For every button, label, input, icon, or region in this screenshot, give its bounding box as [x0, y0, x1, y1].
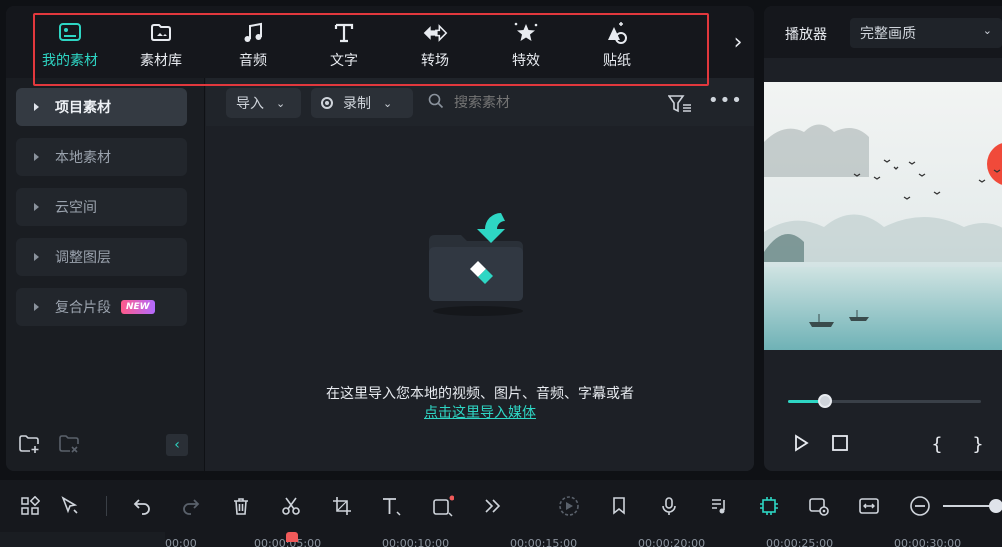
- new-folder-icon[interactable]: [18, 434, 42, 458]
- player-title: 播放器: [785, 27, 827, 43]
- collapse-sidebar-button[interactable]: ‹: [166, 434, 188, 456]
- expand-triangle-icon: [34, 103, 39, 111]
- expand-triangle-icon: [34, 303, 39, 311]
- sidebar-item-label: 调整图层: [55, 250, 111, 266]
- chevron-down-icon: ⌄: [383, 96, 393, 110]
- sidebar-footer: ‹: [6, 430, 205, 470]
- mark-out-button[interactable]: }: [967, 434, 989, 456]
- quality-label: 完整画质: [860, 26, 916, 42]
- ruler-tick-label: 00:00:20:00: [638, 537, 706, 547]
- record-label: 录制: [343, 96, 371, 112]
- ruler-tick-label: 00:00:15:00: [510, 537, 578, 547]
- new-badge: NEW: [121, 300, 155, 314]
- ruler-tick-label: 00:00:30:00: [894, 537, 962, 547]
- timeline-toolbar: [0, 480, 1002, 532]
- sidebar-item-label: 项目素材: [55, 100, 111, 116]
- tabs-more-chevron-icon[interactable]: ›: [728, 30, 748, 60]
- zoom-out-icon[interactable]: [908, 494, 932, 518]
- ruler-tick-label: 00:00:10:00: [382, 537, 450, 547]
- ai-smart-icon[interactable]: [757, 494, 781, 518]
- playhead[interactable]: [286, 532, 298, 542]
- expand-triangle-icon: [34, 153, 39, 161]
- preview-render-icon[interactable]: [807, 494, 831, 518]
- more-options-icon[interactable]: •••: [708, 92, 742, 110]
- delete-icon[interactable]: [229, 494, 253, 518]
- playback-progress-bar[interactable]: [788, 394, 981, 408]
- import-media-link[interactable]: 点击这里导入媒体: [206, 402, 754, 422]
- music-list-icon[interactable]: [707, 494, 731, 518]
- sidebar-item-adjustment-layer[interactable]: 调整图层: [16, 238, 187, 276]
- search-input[interactable]: [454, 95, 624, 111]
- zoom-slider-handle[interactable]: [989, 499, 1002, 513]
- player-panel: 播放器 完整画质 ⌄ {}: [764, 6, 1002, 471]
- import-label: 导入: [236, 96, 264, 112]
- media-sidebar: 项目素材 本地素材 云空间 调整图层 复合片段 NEW ‹: [6, 78, 205, 471]
- select-cursor-icon[interactable]: [58, 494, 82, 518]
- text-tool-icon[interactable]: [380, 494, 404, 518]
- chevron-down-icon: ⌄: [982, 24, 992, 37]
- search-bar: [428, 88, 648, 118]
- sidebar-item-label: 云空间: [55, 200, 97, 216]
- import-folder-illustration[interactable]: [421, 203, 536, 318]
- stop-icon[interactable]: [829, 434, 851, 456]
- preview-canvas[interactable]: [764, 82, 1002, 350]
- microphone-icon[interactable]: [657, 494, 681, 518]
- sidebar-item-compound-clip[interactable]: 复合片段 NEW: [16, 288, 187, 326]
- sidebar-item-project-media[interactable]: 项目素材: [16, 88, 187, 126]
- redo-icon[interactable]: [179, 494, 203, 518]
- app-window: 我的素材 素材库 音频 文字 转场 特效 贴纸 › 项目素材 本地素材 云空间 …: [0, 0, 1002, 547]
- chevron-down-icon: ⌄: [276, 96, 286, 110]
- ruler-tick-label: 00:00: [165, 537, 197, 547]
- record-icon: [321, 97, 333, 109]
- timeline-ruler[interactable]: 00:00 00:00:05:00 00:00:10:00 00:00:15:0…: [0, 532, 1002, 547]
- media-panel: 我的素材 素材库 音频 文字 转场 特效 贴纸 › 项目素材 本地素材 云空间 …: [6, 6, 754, 471]
- expand-triangle-icon: [34, 203, 39, 211]
- toolbar-divider: [106, 496, 107, 516]
- play-icon[interactable]: [790, 434, 812, 456]
- import-dropdown[interactable]: 导入 ⌄: [226, 88, 301, 118]
- filter-icon[interactable]: [667, 94, 692, 114]
- player-header: 播放器 完整画质 ⌄: [764, 6, 1002, 58]
- sidebar-item-local-media[interactable]: 本地素材: [16, 138, 187, 176]
- crop-icon[interactable]: [330, 494, 354, 518]
- mark-in-button[interactable]: {: [926, 434, 948, 456]
- empty-state-message: 在这里导入您本地的视频、图片、音频、字幕或者: [326, 386, 634, 402]
- record-dropdown[interactable]: 录制 ⌄: [311, 88, 413, 118]
- track-header-strip: [0, 532, 165, 547]
- progress-handle[interactable]: [817, 394, 832, 408]
- sidebar-item-label: 复合片段: [55, 300, 111, 316]
- media-content: 导入 ⌄ 录制 ⌄ •••: [206, 78, 754, 471]
- more-tools-chevron-icon[interactable]: [480, 494, 504, 518]
- search-icon: [428, 93, 444, 113]
- shape-tool-icon[interactable]: [431, 494, 455, 518]
- tabs-highlight-box: [33, 13, 709, 86]
- fit-timeline-icon[interactable]: [857, 494, 881, 518]
- split-scissors-icon[interactable]: [279, 494, 303, 518]
- delete-folder-icon[interactable]: [58, 434, 82, 458]
- preview-image: [764, 82, 1002, 350]
- layout-grid-icon[interactable]: [18, 494, 42, 518]
- marker-icon[interactable]: [607, 494, 631, 518]
- sidebar-item-cloud-space[interactable]: 云空间: [16, 188, 187, 226]
- undo-icon[interactable]: [130, 494, 154, 518]
- auto-beat-icon[interactable]: [557, 494, 581, 518]
- quality-dropdown[interactable]: 完整画质 ⌄: [850, 18, 1002, 48]
- ruler-tick-label: 00:00:25:00: [766, 537, 834, 547]
- expand-triangle-icon: [34, 253, 39, 261]
- sidebar-item-label: 本地素材: [55, 150, 111, 166]
